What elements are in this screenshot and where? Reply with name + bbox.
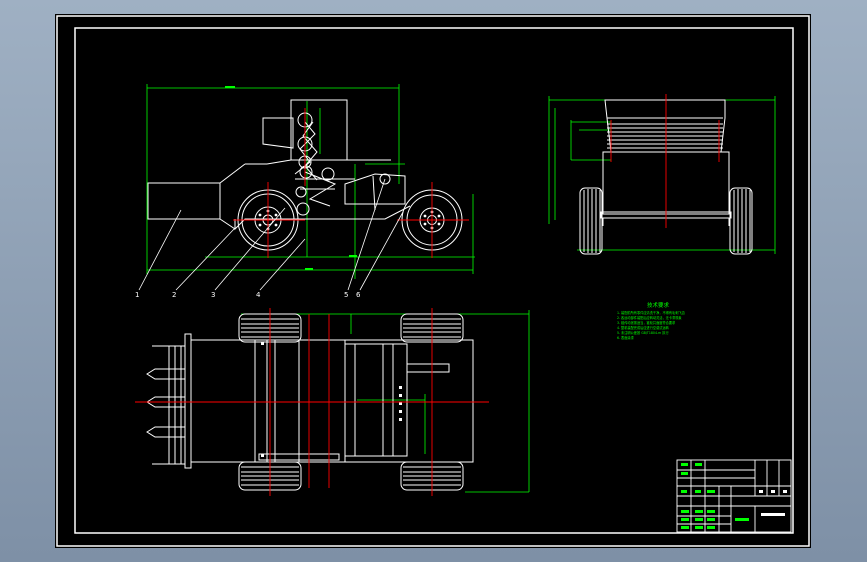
part-label-4: 4 (256, 291, 261, 299)
top-view-header (146, 333, 192, 469)
end-view (548, 94, 776, 255)
cad-viewport[interactable]: 1 2 3 4 5 6 技术要求 1. 装配前所有零件应清洗干净，不得有毛刺飞边… (55, 14, 811, 548)
technical-notes: 技术要求 1. 装配前所有零件应清洗干净，不得有毛刺飞边 2. 各运动部件装配后… (617, 301, 686, 340)
end-view-right-wheel (729, 187, 753, 255)
side-view-leaders (138, 178, 404, 291)
side-view-centerlines (233, 108, 469, 258)
end-view-centerlines (610, 94, 720, 228)
part-label-5: 5 (344, 291, 348, 299)
part-label-1: 1 (135, 291, 139, 299)
notes-line: 4. 整机装配完成后应进行空载试运转 (617, 325, 670, 330)
top-view (135, 308, 530, 496)
part-label-6: 6 (356, 291, 361, 299)
side-view (138, 84, 475, 291)
notes-title: 技术要求 (647, 301, 670, 309)
title-block (676, 459, 792, 533)
title-block-marks (759, 490, 787, 516)
top-view-bolt-holes (261, 342, 402, 457)
notes-line: 2. 各运动部件装配后应转动灵活，无卡滞现象 (617, 315, 682, 320)
top-view-frame (190, 339, 474, 463)
part-label-2: 2 (172, 291, 176, 299)
notes-line: 3. 链传动张紧适当，链轮共面度符合要求 (617, 320, 676, 325)
cad-drawing-canvas: 1 2 3 4 5 6 技术要求 1. 装配前所有零件应清洗干净，不得有毛刺飞边… (56, 15, 810, 547)
end-view-dimensions (548, 96, 776, 254)
inner-frame (74, 27, 794, 534)
end-view-left-wheel (579, 187, 603, 255)
part-label-3: 3 (211, 291, 215, 299)
notes-line: 1. 装配前所有零件应清洗干净，不得有毛刺飞边 (617, 310, 686, 315)
notes-line: 6. 表面涂漆 (617, 335, 635, 340)
side-view-body (147, 99, 411, 231)
notes-line: 5. 未注明公差按 GB/T1804-m 执行 (617, 330, 669, 335)
part-balloons: 1 2 3 4 5 6 (135, 291, 361, 299)
